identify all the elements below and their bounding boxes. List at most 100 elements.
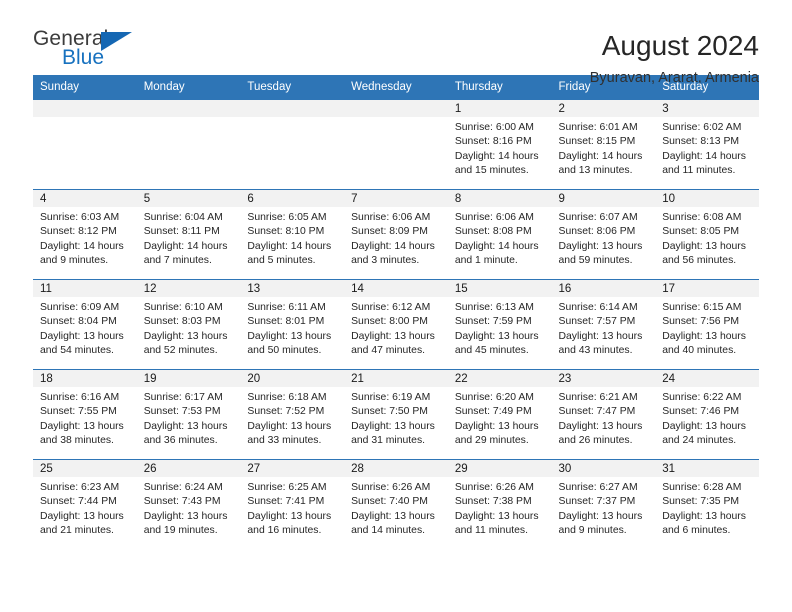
general-blue-logo[interactable]: General Blue [33,28,143,74]
calendar-body: 1 Sunrise: 6:00 AM Sunset: 8:16 PM Daylight… [33,99,759,549]
weekday-header-sunday: Sunday [33,75,137,100]
sunset-text: Sunset: 8:16 PM [454,136,532,148]
calendar-day-cell[interactable] [240,99,345,190]
calendar-day-cell[interactable] [136,99,241,190]
daylight-text: Daylight: 13 hours and 43 minutes. [558,330,643,356]
calendar-day-cell[interactable]: 11 Sunrise: 6:09 AM Sunset: 8:04 PM Dayligh… [33,279,137,370]
calendar-day-cell[interactable]: 2 Sunrise: 6:01 AM Sunset: 8:15 PM Daylight… [551,99,656,190]
sunset-text: Sunset: 7:59 PM [454,316,532,328]
day-details: Sunrise: 6:26 AM Sunset: 7:38 PM Daylight:… [448,477,552,538]
day-17: 17 Sunrise: 6:15 AM Sunset: 7:56 PM Dayligh… [655,280,759,369]
calendar-day-cell[interactable]: 3 Sunrise: 6:02 AM Sunset: 8:13 PM Daylight… [655,99,759,190]
sunrise-text: Sunrise: 6:16 AM [40,392,120,403]
calendar-day-cell[interactable] [33,99,137,190]
day-number: 10 [655,190,759,207]
day-12: 12 Sunrise: 6:10 AM Sunset: 8:03 PM Dayligh… [136,280,241,369]
calendar-day-cell[interactable]: 20 Sunrise: 6:18 AM Sunset: 7:52 PM Dayligh… [240,369,345,460]
empty-day [136,100,241,189]
sunset-text: Sunset: 7:49 PM [454,406,532,418]
day-details: Sunrise: 6:06 AM Sunset: 8:09 PM Daylight:… [344,207,448,268]
day-9: 9 Sunrise: 6:07 AM Sunset: 8:06 PM Daylight… [551,190,656,279]
daylight-text: Daylight: 13 hours and 9 minutes. [558,510,643,536]
day-number: 20 [240,370,345,387]
day-details: Sunrise: 6:03 AM Sunset: 8:12 PM Daylight:… [33,207,137,268]
daylight-text: Daylight: 13 hours and 52 minutes. [143,330,228,356]
logo-triangle-icon [101,32,132,51]
calendar-day-cell[interactable]: 27 Sunrise: 6:25 AM Sunset: 7:41 PM Dayligh… [240,459,345,549]
day-7: 7 Sunrise: 6:06 AM Sunset: 8:09 PM Daylight… [344,190,448,279]
sunset-text: Sunset: 7:43 PM [143,496,221,508]
calendar-day-cell[interactable]: 9 Sunrise: 6:07 AM Sunset: 8:06 PM Daylight… [551,189,656,280]
day-22: 22 Sunrise: 6:20 AM Sunset: 7:49 PM Dayligh… [447,370,552,459]
calendar-day-cell[interactable]: 8 Sunrise: 6:06 AM Sunset: 8:08 PM Daylight… [447,189,552,280]
daylight-text: Daylight: 13 hours and 11 minutes. [454,510,539,536]
daylight-text: Daylight: 13 hours and 59 minutes. [558,240,643,266]
day-number: 17 [655,280,759,297]
calendar-day-cell[interactable]: 12 Sunrise: 6:10 AM Sunset: 8:03 PM Dayligh… [136,279,241,370]
calendar-day-cell[interactable]: 28 Sunrise: 6:26 AM Sunset: 7:40 PM Dayligh… [344,459,448,549]
calendar-day-cell[interactable]: 4 Sunrise: 6:03 AM Sunset: 8:12 PM Daylight… [33,189,137,280]
calendar-day-cell[interactable]: 1 Sunrise: 6:00 AM Sunset: 8:16 PM Daylight… [447,99,552,190]
calendar-day-cell[interactable]: 31 Sunrise: 6:28 AM Sunset: 7:35 PM Dayligh… [655,459,759,549]
calendar-day-cell[interactable]: 24 Sunrise: 6:22 AM Sunset: 7:46 PM Dayligh… [655,369,759,460]
sunset-text: Sunset: 7:46 PM [662,406,740,418]
calendar-day-cell[interactable]: 21 Sunrise: 6:19 AM Sunset: 7:50 PM Dayligh… [344,369,448,460]
day-details: Sunrise: 6:18 AM Sunset: 7:52 PM Daylight:… [240,387,344,448]
day-28: 28 Sunrise: 6:26 AM Sunset: 7:40 PM Dayligh… [344,460,448,549]
calendar-day-cell[interactable]: 25 Sunrise: 6:23 AM Sunset: 7:44 PM Dayligh… [33,459,137,549]
day-details: Sunrise: 6:26 AM Sunset: 7:40 PM Daylight:… [344,477,448,538]
day-number: 7 [344,190,448,207]
day-21: 21 Sunrise: 6:19 AM Sunset: 7:50 PM Dayligh… [344,370,448,459]
calendar-day-cell[interactable]: 26 Sunrise: 6:24 AM Sunset: 7:43 PM Dayligh… [136,459,241,549]
day-number: 12 [136,280,241,297]
calendar-day-cell[interactable]: 7 Sunrise: 6:06 AM Sunset: 8:09 PM Daylight… [344,189,448,280]
sunset-text: Sunset: 8:09 PM [351,226,428,238]
day-24: 24 Sunrise: 6:22 AM Sunset: 7:46 PM Dayligh… [655,370,759,459]
sunrise-text: Sunrise: 6:21 AM [558,392,638,403]
calendar-day-cell[interactable]: 13 Sunrise: 6:11 AM Sunset: 8:01 PM Dayligh… [240,279,345,370]
calendar-day-cell[interactable]: 29 Sunrise: 6:26 AM Sunset: 7:38 PM Dayligh… [447,459,552,549]
day-details: Sunrise: 6:15 AM Sunset: 7:56 PM Daylight:… [655,297,759,358]
calendar-day-cell[interactable]: 30 Sunrise: 6:27 AM Sunset: 7:37 PM Dayligh… [551,459,656,549]
empty-day [33,100,137,189]
sunrise-text: Sunrise: 6:15 AM [662,302,742,313]
calendar-day-cell[interactable]: 14 Sunrise: 6:12 AM Sunset: 8:00 PM Dayligh… [344,279,448,370]
sunset-text: Sunset: 7:53 PM [143,406,221,418]
calendar-week-row: 18 Sunrise: 6:16 AM Sunset: 7:55 PM Dayligh… [33,369,759,460]
calendar-day-cell[interactable]: 23 Sunrise: 6:21 AM Sunset: 7:47 PM Dayligh… [551,369,656,460]
daylight-text: Daylight: 13 hours and 38 minutes. [40,420,124,446]
daylight-text: Daylight: 13 hours and 56 minutes. [662,240,746,266]
day-details: Sunrise: 6:07 AM Sunset: 8:06 PM Daylight:… [552,207,656,268]
day-details: Sunrise: 6:19 AM Sunset: 7:50 PM Daylight:… [344,387,448,448]
daylight-text: Daylight: 13 hours and 24 minutes. [662,420,746,446]
sunrise-text: Sunrise: 6:14 AM [558,302,638,313]
day-number: 16 [551,280,656,297]
day-27: 27 Sunrise: 6:25 AM Sunset: 7:41 PM Dayligh… [240,460,345,549]
sunset-text: Sunset: 8:08 PM [454,226,532,238]
day-16: 16 Sunrise: 6:14 AM Sunset: 7:57 PM Dayligh… [551,280,656,369]
day-10: 10 Sunrise: 6:08 AM Sunset: 8:05 PM Dayligh… [655,190,759,279]
day-30: 30 Sunrise: 6:27 AM Sunset: 7:37 PM Dayligh… [551,460,656,549]
day-number: 29 [447,460,552,477]
day-13: 13 Sunrise: 6:11 AM Sunset: 8:01 PM Dayligh… [240,280,345,369]
calendar-day-cell[interactable]: 19 Sunrise: 6:17 AM Sunset: 7:53 PM Dayligh… [136,369,241,460]
sunset-text: Sunset: 8:10 PM [247,226,325,238]
calendar-day-cell[interactable]: 16 Sunrise: 6:14 AM Sunset: 7:57 PM Dayligh… [551,279,656,370]
daylight-text: Daylight: 13 hours and 6 minutes. [662,510,746,536]
calendar-day-cell[interactable]: 10 Sunrise: 6:08 AM Sunset: 8:05 PM Dayligh… [655,189,759,280]
day-details: Sunrise: 6:05 AM Sunset: 8:10 PM Daylight:… [240,207,344,268]
weekday-header-thursday: Thursday [447,75,552,100]
calendar-day-cell[interactable]: 6 Sunrise: 6:05 AM Sunset: 8:10 PM Daylight… [240,189,345,280]
calendar-day-cell[interactable]: 5 Sunrise: 6:04 AM Sunset: 8:11 PM Daylight… [136,189,241,280]
logo-text-blue: Blue [62,46,105,69]
sunrise-text: Sunrise: 6:23 AM [40,482,120,493]
calendar-day-cell[interactable] [344,99,448,190]
sunset-text: Sunset: 8:12 PM [40,226,117,238]
sunrise-text: Sunrise: 6:13 AM [454,302,534,313]
calendar-day-cell[interactable]: 17 Sunrise: 6:15 AM Sunset: 7:56 PM Dayligh… [655,279,759,370]
calendar-day-cell[interactable]: 18 Sunrise: 6:16 AM Sunset: 7:55 PM Dayligh… [33,369,137,460]
day-20: 20 Sunrise: 6:18 AM Sunset: 7:52 PM Dayligh… [240,370,345,459]
calendar-day-cell[interactable]: 15 Sunrise: 6:13 AM Sunset: 7:59 PM Dayligh… [447,279,552,370]
calendar-day-cell[interactable]: 22 Sunrise: 6:20 AM Sunset: 7:49 PM Dayligh… [447,369,552,460]
day-details: Sunrise: 6:20 AM Sunset: 7:49 PM Daylight:… [448,387,552,448]
